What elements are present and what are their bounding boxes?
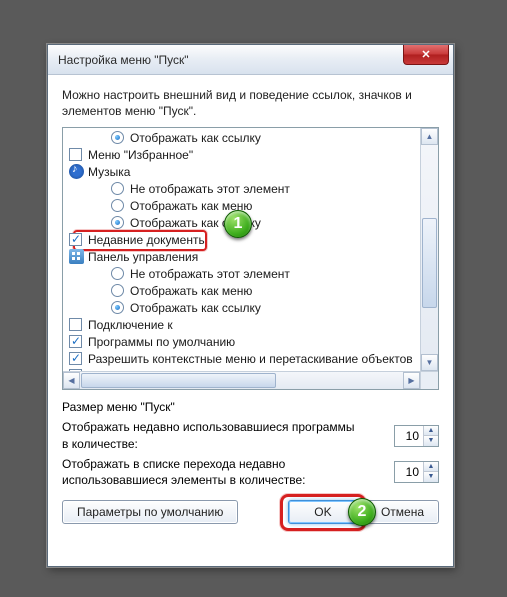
option-row[interactable]: Разрешить контекстные меню и перетаскива… [63, 350, 420, 367]
option-label: Отображать как ссылку [130, 301, 261, 315]
radio-control[interactable] [111, 182, 124, 195]
option-row[interactable]: Подключение к [63, 316, 420, 333]
annotation-callout-2: 2 [348, 498, 376, 526]
scrollbar-corner [420, 371, 438, 389]
jumplist-input[interactable] [395, 462, 423, 482]
recent-programs-input[interactable] [395, 426, 423, 446]
option-label: Недавние документы [88, 233, 207, 247]
jumplist-label: Отображать в списке перехода недавно исп… [62, 456, 362, 488]
spin-down-button[interactable]: ▼ [424, 472, 438, 482]
cancel-button[interactable]: Отмена [366, 500, 439, 524]
settings-window: Настройка меню "Пуск" ✕ Можно настроить … [47, 44, 454, 567]
radio-control[interactable] [111, 284, 124, 297]
titlebar[interactable]: Настройка меню "Пуск" ✕ [48, 45, 453, 75]
scroll-left-button[interactable]: ◀ [63, 372, 80, 389]
radio-control[interactable] [111, 131, 124, 144]
option-label: Музыка [88, 165, 130, 179]
intro-text: Можно настроить внешний вид и поведение … [62, 87, 439, 119]
radio-control[interactable] [111, 267, 124, 280]
spin-down-button[interactable]: ▼ [424, 436, 438, 446]
option-row[interactable]: Меню "Избранное" [63, 146, 420, 163]
dialog-button-row: Параметры по умолчанию OK Отмена [62, 500, 439, 524]
spin-up-button[interactable]: ▲ [424, 462, 438, 472]
jumplist-spinner[interactable]: ▲ ▼ [394, 461, 439, 483]
radio-control[interactable] [111, 301, 124, 314]
option-label: Не отображать этот элемент [130, 182, 290, 196]
checkbox-control[interactable] [69, 233, 82, 246]
option-row[interactable]: Музыка [63, 163, 420, 180]
option-row[interactable]: Программы по умолчанию [63, 333, 420, 350]
option-label: Отображать как меню [130, 284, 252, 298]
annotation-callout-1: 1 [224, 210, 252, 238]
recent-programs-label: Отображать недавно использовавшиеся прог… [62, 419, 362, 451]
option-label: Не отображать этот элемент [130, 267, 290, 281]
option-label: Разрешить контекстные меню и перетаскива… [88, 352, 413, 366]
scroll-down-button[interactable]: ▼ [421, 354, 438, 371]
defaults-button[interactable]: Параметры по умолчанию [62, 500, 238, 524]
option-label: Панель управления [88, 250, 198, 264]
music-icon [69, 164, 84, 179]
checkbox-control[interactable] [69, 148, 82, 161]
horizontal-scrollbar[interactable]: ◀ ▶ [63, 371, 420, 389]
close-icon: ✕ [421, 48, 430, 61]
scroll-up-button[interactable]: ▲ [421, 128, 438, 145]
checkbox-control[interactable] [69, 318, 82, 331]
vertical-scrollbar[interactable]: ▲ ▼ [420, 128, 438, 371]
jumplist-row: Отображать в списке перехода недавно исп… [62, 456, 439, 488]
option-label: Подключение к [88, 318, 173, 332]
panel-icon [69, 249, 84, 264]
radio-control[interactable] [111, 199, 124, 212]
option-row[interactable]: Отображать как ссылку [63, 129, 420, 146]
spin-up-button[interactable]: ▲ [424, 426, 438, 436]
radio-control[interactable] [111, 216, 124, 229]
options-list-viewport[interactable]: Отображать как ссылку Меню "Избранное" Муз… [63, 128, 420, 371]
recent-programs-row: Отображать недавно использовавшиеся прог… [62, 419, 439, 451]
dialog-content: Можно настроить внешний вид и поведение … [48, 75, 453, 536]
option-row[interactable]: Отображать как меню [63, 282, 420, 299]
option-label: Отображать как ссылку [130, 131, 261, 145]
options-listbox: Отображать как ссылку Меню "Избранное" Муз… [62, 127, 439, 390]
option-row[interactable]: Не отображать этот элемент [63, 265, 420, 282]
option-row[interactable]: Отображать как ссылку [63, 299, 420, 316]
close-button[interactable]: ✕ [403, 45, 449, 65]
checkbox-control[interactable] [69, 352, 82, 365]
vertical-scroll-thumb[interactable] [422, 218, 437, 308]
scroll-right-button[interactable]: ▶ [403, 372, 420, 389]
window-title: Настройка меню "Пуск" [58, 53, 189, 67]
size-section-heading: Размер меню "Пуск" [62, 400, 439, 414]
option-label: Меню "Избранное" [88, 148, 193, 162]
horizontal-scroll-thumb[interactable] [81, 373, 276, 388]
checkbox-control[interactable] [69, 335, 82, 348]
option-label: Программы по умолчанию [88, 335, 235, 349]
option-row[interactable]: Не отображать этот элемент [63, 180, 420, 197]
recent-programs-spinner[interactable]: ▲ ▼ [394, 425, 439, 447]
